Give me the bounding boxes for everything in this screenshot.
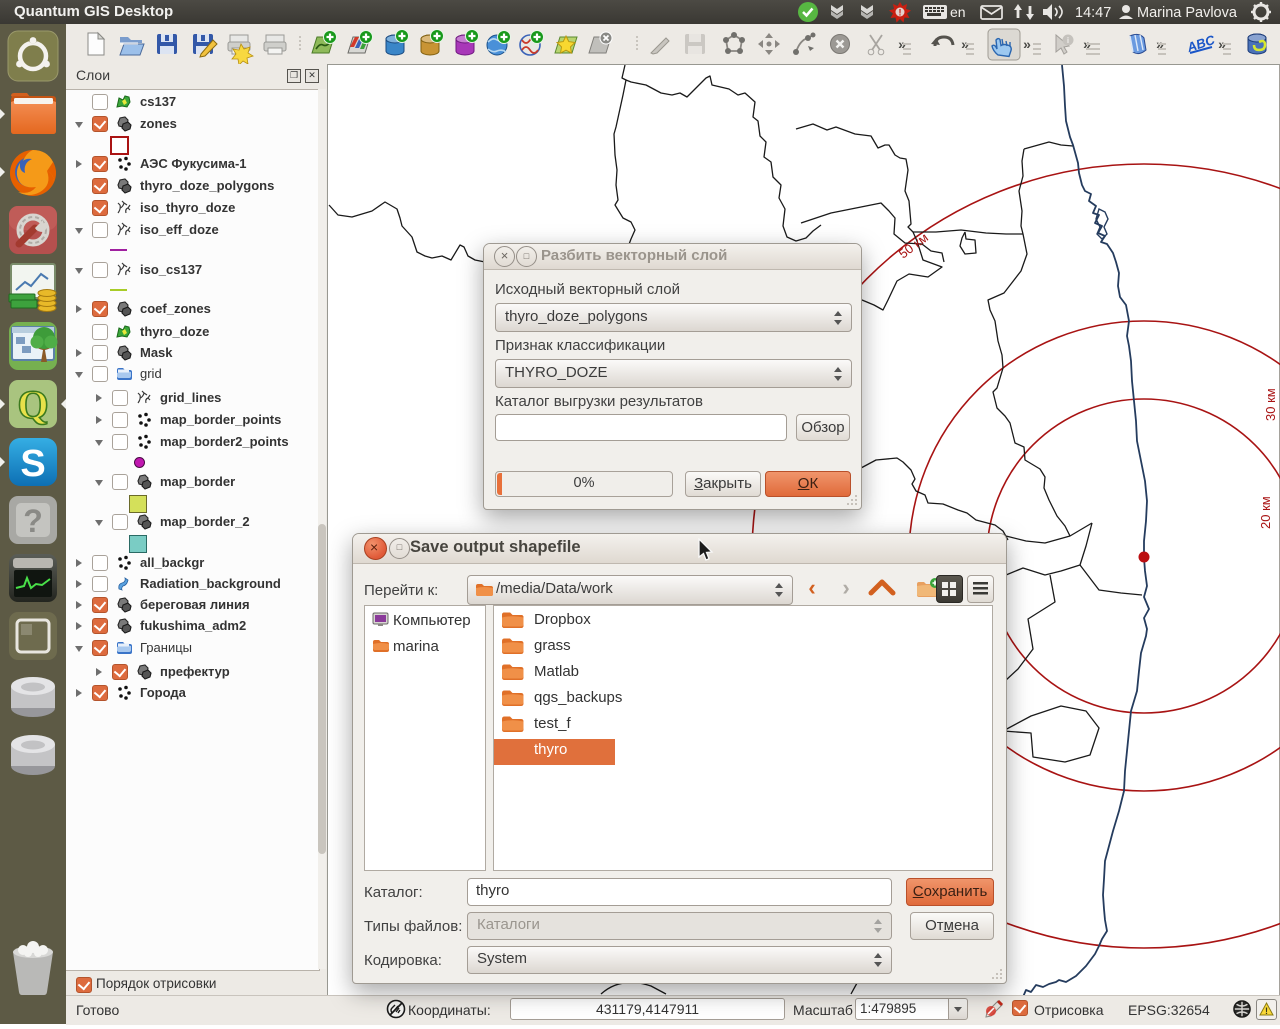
svg-text:!: ! xyxy=(899,8,902,18)
svg-text:20 км: 20 км xyxy=(1258,496,1273,529)
svg-text:?: ? xyxy=(23,503,43,539)
svg-text:Q: Q xyxy=(17,382,48,427)
svg-text:i: i xyxy=(1067,36,1069,45)
svg-text:en: en xyxy=(950,4,966,20)
svg-text:!: ! xyxy=(1265,1006,1268,1016)
svg-text:30 км: 30 км xyxy=(1263,388,1278,421)
svg-text:50 км: 50 км xyxy=(896,230,931,262)
svg-text:S: S xyxy=(20,443,45,485)
svg-text:14:47: 14:47 xyxy=(1075,5,1111,21)
svg-text:Marina Pavlova: Marina Pavlova xyxy=(1137,5,1238,21)
svg-text:ABC: ABC xyxy=(1184,32,1217,55)
